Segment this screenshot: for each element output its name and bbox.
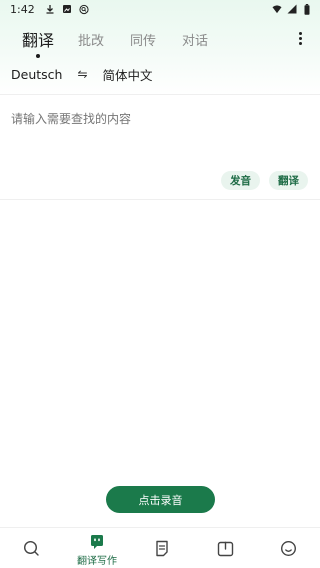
pronounce-button-label: 发音 — [230, 175, 251, 187]
battery-icon — [302, 3, 312, 15]
translate-button-label: 翻译 — [278, 175, 299, 187]
record-button[interactable]: 点击录音 — [106, 486, 215, 513]
more-menu-button[interactable] — [292, 30, 308, 46]
signal-icon — [287, 4, 297, 14]
divider — [0, 94, 320, 95]
wifi-icon — [272, 4, 282, 14]
swap-languages-icon[interactable]: ⇋ — [77, 67, 87, 81]
smile-icon — [280, 540, 297, 557]
nav-translate-write[interactable]: 翻译写作 — [72, 528, 122, 568]
write-icon — [89, 534, 105, 550]
more-dot-icon — [298, 31, 302, 35]
nav-translate-write-label: 翻译写作 — [77, 556, 117, 567]
search-icon — [23, 540, 40, 557]
status-time: 1:42 — [10, 2, 35, 16]
active-tab-indicator — [36, 54, 40, 58]
more-dot-icon — [298, 41, 302, 45]
status-bar: 1:42 — [0, 0, 320, 18]
source-language[interactable]: Deutsch — [11, 67, 62, 82]
tab-correct-label: 批改 — [78, 33, 105, 49]
tab-dialogue-label: 对话 — [182, 33, 209, 49]
tab-translate-label: 翻译 — [22, 31, 55, 50]
record-button-label: 点击录音 — [138, 493, 183, 507]
status-icons-right — [272, 3, 312, 15]
mode-tabs: 翻译 批改 同传 对话 — [0, 24, 320, 58]
language-selector: Deutsch ⇋ 简体中文 — [0, 62, 320, 86]
divider — [0, 199, 320, 200]
tab-dialogue[interactable]: 对话 — [182, 30, 208, 49]
target-language[interactable]: 简体中文 — [103, 65, 153, 84]
translate-button[interactable]: 翻译 — [269, 171, 308, 190]
tab-correct[interactable]: 批改 — [78, 30, 104, 49]
pronounce-button[interactable]: 发音 — [221, 171, 260, 190]
more-dot-icon — [298, 36, 302, 40]
photo-icon — [62, 4, 72, 14]
tab-translate[interactable]: 翻译 — [22, 27, 55, 58]
status-icons-left — [45, 4, 89, 14]
nav-search[interactable] — [7, 528, 55, 568]
nav-book[interactable] — [201, 528, 249, 568]
document-icon — [154, 540, 170, 557]
tab-simultaneous-label: 同传 — [130, 33, 157, 49]
translate-page: 1:42 翻译 批改 同传 对话 Deutsch ⇋ 简体中文 请输入需要查找的… — [0, 0, 320, 568]
download-icon — [45, 4, 55, 14]
nav-document[interactable] — [138, 528, 186, 568]
nav-profile[interactable] — [264, 528, 312, 568]
search-circle-icon — [79, 4, 89, 14]
search-input[interactable] — [11, 110, 307, 158]
book-icon — [217, 541, 234, 557]
tab-simultaneous[interactable]: 同传 — [130, 30, 156, 49]
bottom-nav: 翻译写作 — [0, 527, 320, 568]
